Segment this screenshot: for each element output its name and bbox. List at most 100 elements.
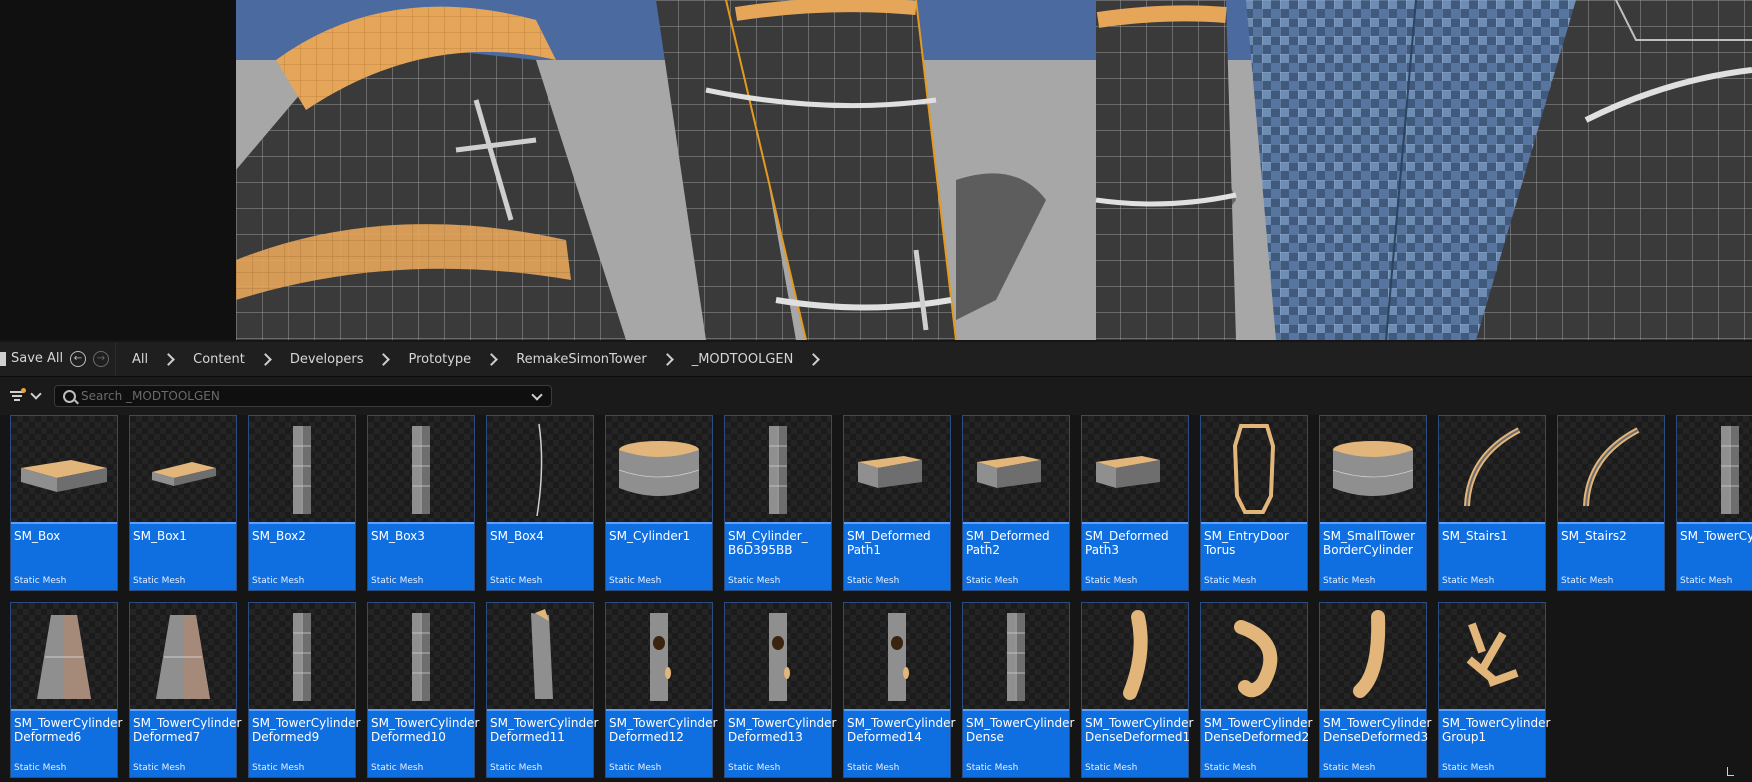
back-arrow-icon[interactable]: ← [70,351,86,367]
search-input[interactable] [81,386,511,406]
mesh-preview [37,615,91,699]
asset-tile[interactable]: SM_Box3 Static Mesh [367,415,475,591]
filter-bar [0,377,1752,415]
asset-name: SM_TowerCylinder DenseDeformed3 [1323,716,1432,744]
mesh-preview [531,609,553,699]
asset-thumbnail [844,603,950,709]
asset-label-area: SM_TowerCylinder Deformed14 Static Mesh [844,709,955,777]
forward-arrow-icon[interactable]: → [93,351,109,367]
level-viewport[interactable] [236,0,1752,340]
save-all-label: Save All [11,351,64,366]
asset-tile[interactable]: SM_Cylinder1 Static Mesh [605,415,713,591]
breadcrumb-modtoolgen[interactable]: _MODTOOLGEN [690,352,796,367]
mesh-preview [977,456,1041,488]
asset-type: Static Mesh [490,576,543,586]
asset-label-area: SM_Box2 Static Mesh [249,522,355,590]
asset-type: Static Mesh [14,763,67,773]
mesh-preview [412,426,430,514]
asset-thumbnail [1320,603,1426,709]
asset-tile[interactable]: SM_Box2 Static Mesh [248,415,356,591]
asset-thumbnail [1082,603,1188,709]
save-all-button[interactable]: Save All [0,342,63,376]
asset-tile[interactable]: SM_Box1 Static Mesh [129,415,237,591]
asset-label-area: SM_Cylinder_ B6D395BB Static Mesh [725,522,831,590]
asset-tile[interactable]: SM_Box4 Static Mesh [486,415,594,591]
asset-type: Static Mesh [133,576,186,586]
asset-type: Static Mesh [728,576,781,586]
search-box[interactable] [54,385,552,407]
chevron-right-icon[interactable] [485,352,499,366]
asset-tile[interactable]: SM_TowerCylinder Deformed11 Static Mesh [486,602,598,778]
chevron-right-icon[interactable] [162,352,175,366]
asset-tile[interactable]: SM_Deformed Path1 Static Mesh [843,415,951,591]
asset-type: Static Mesh [1561,576,1614,586]
asset-label-area: SM_TowerCylinder DenseDeformed1 Static Me… [1082,709,1193,777]
asset-thumbnail [963,603,1069,709]
asset-label-area: SM_Deformed Path3 Static Mesh [1082,522,1188,590]
asset-name: SM_TowerCylinder Deformed12 [609,716,718,744]
asset-tile[interactable]: SM_TowerCylinder Deformed14 Static Mesh [843,602,955,778]
asset-tile[interactable]: SM_SmallTower BorderCylinder Static Mesh [1319,415,1427,591]
asset-name: SM_TowerCylinder Group1 [1442,716,1551,744]
asset-tile[interactable]: SM_TowerCylinder Deformed7 Static Mesh [129,602,241,778]
asset-label-area: SM_Cylinder1 Static Mesh [606,522,712,590]
mesh-preview [412,613,430,701]
asset-tile[interactable]: SM_Deformed Path3 Static Mesh [1081,415,1189,591]
asset-thumbnail [1439,603,1545,709]
asset-name: SM_Stairs1 [1442,529,1508,543]
asset-thumbnail [368,416,474,522]
chevron-right-icon[interactable] [807,352,821,366]
asset-tile[interactable]: SM_Deformed Path2 Static Mesh [962,415,1070,591]
asset-tile[interactable]: SM_Stairs2 Static Mesh [1557,415,1665,591]
search-options-chevron-down-icon[interactable] [531,389,543,401]
asset-label-area: SM_TowerCy Static Mesh [1677,522,1752,590]
asset-name: SM_Box1 [133,529,187,543]
asset-thumbnail [249,603,355,709]
breadcrumb-content[interactable]: Content [191,352,247,367]
asset-type: Static Mesh [1323,763,1376,773]
asset-tile[interactable]: SM_TowerCylinder Deformed10 Static Mesh [367,602,479,778]
chevron-right-icon[interactable] [660,352,674,366]
mesh-preview [618,441,700,496]
asset-label-area: SM_Box1 Static Mesh [130,522,236,590]
breadcrumb-remakesimontower[interactable]: RemakeSimonTower [514,352,649,367]
asset-type: Static Mesh [1085,763,1138,773]
asset-label-area: SM_TowerCylinder Deformed10 Static Mesh [368,709,479,777]
asset-label-area: SM_Box3 Static Mesh [368,522,474,590]
chevron-right-icon[interactable] [258,352,272,366]
asset-tile[interactable]: SM_TowerCylinder Group1 Static Mesh [1438,602,1551,778]
asset-tile[interactable]: SM_Box Static Mesh [10,415,118,591]
asset-tile[interactable]: SM_TowerCylinder Deformed9 Static Mesh [248,602,360,778]
asset-tile[interactable]: SM_TowerCylinder DenseDeformed1 Static Me… [1081,602,1193,778]
breadcrumb-developers[interactable]: Developers [288,352,366,367]
asset-tile[interactable]: SM_TowerCy Static Mesh [1676,415,1752,591]
asset-tile[interactable]: SM_EntryDoor Torus Static Mesh [1200,415,1308,591]
asset-tile[interactable]: SM_TowerCylinder Dense Static Mesh [962,602,1074,778]
mesh-preview [293,613,311,701]
asset-thumbnail [11,416,117,522]
asset-tile[interactable]: SM_TowerCylinder Deformed13 Static Mesh [724,602,837,778]
filter-button[interactable] [10,387,46,405]
asset-type: Static Mesh [609,763,662,773]
breadcrumb-prototype[interactable]: Prototype [406,352,473,367]
asset-label-area: SM_EntryDoor Torus Static Mesh [1201,522,1307,590]
breadcrumb-all[interactable]: All [130,352,150,367]
asset-name: SM_Box2 [252,529,306,543]
asset-tile[interactable]: SM_Stairs1 Static Mesh [1438,415,1546,591]
asset-tile[interactable]: SM_Cylinder_ B6D395BB Static Mesh [724,415,832,591]
asset-thumbnail [844,416,950,522]
asset-tile[interactable]: SM_TowerCylinder DenseDeformed3 Static Me… [1319,602,1432,778]
asset-tile[interactable]: SM_TowerCylinder Deformed12 Static Mesh [605,602,718,778]
content-browser-toolbar: Save All ← → All Content Developers Prot… [0,342,1752,377]
asset-name: SM_TowerCylinder Deformed13 [728,716,837,744]
asset-tile[interactable]: SM_TowerCylinder DenseDeformed2 Static Me… [1200,602,1312,778]
mesh-preview [1007,613,1025,701]
mesh-preview [536,423,543,517]
asset-thumbnail [1320,416,1426,522]
mesh-preview [1353,610,1386,698]
asset-tile[interactable]: SM_TowerCylinder Deformed6 Static Mesh [10,602,122,778]
outliner-panel-edge [0,0,236,340]
mesh-preview [858,456,922,488]
mesh-preview [1096,456,1160,488]
chevron-right-icon[interactable] [377,352,391,366]
